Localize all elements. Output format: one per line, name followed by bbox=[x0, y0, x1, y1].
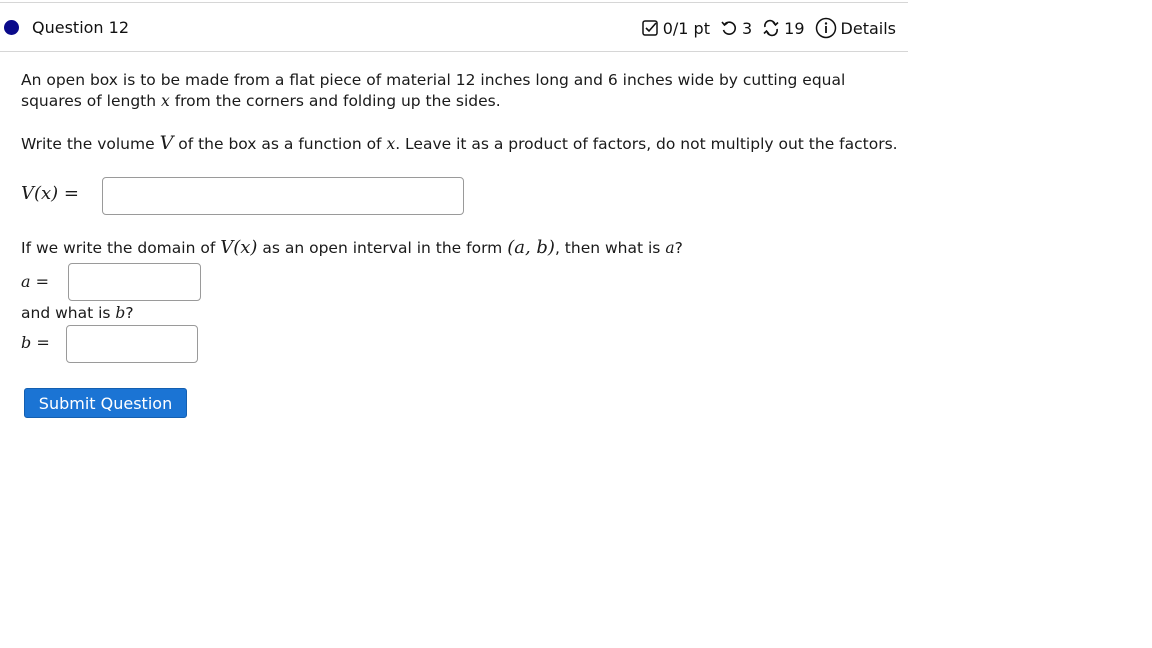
volume-text-2: of the box as a function of bbox=[173, 135, 387, 153]
attempts-icon bbox=[762, 19, 780, 37]
question-meta: 0/1 pt 3 19 Details bbox=[631, 17, 896, 39]
question-status-dot bbox=[4, 20, 19, 35]
volume-text-1: Write the volume bbox=[21, 135, 160, 153]
domain-var-a: a bbox=[665, 239, 675, 257]
domain-question: If we write the domain of V(x) as an ope… bbox=[21, 237, 901, 259]
domain-var-ab: (a, b) bbox=[507, 237, 555, 258]
volume-var-x: x bbox=[386, 135, 396, 153]
intro-text-2: from the corners and folding up the side… bbox=[169, 92, 501, 110]
submit-question-button[interactable]: Submit Question bbox=[24, 388, 187, 418]
domain-text-3: , then what is bbox=[554, 239, 666, 257]
volume-input[interactable] bbox=[102, 177, 464, 215]
b-question-text: and what is bbox=[21, 304, 116, 322]
details-button[interactable]: Details bbox=[815, 17, 896, 39]
attempts-count: 19 bbox=[784, 18, 805, 38]
checkbox-icon bbox=[641, 19, 659, 37]
details-label: Details bbox=[840, 18, 896, 38]
a-input[interactable] bbox=[68, 263, 201, 301]
b-question: and what is b? bbox=[21, 304, 134, 322]
intro-var-x: x bbox=[161, 92, 170, 110]
a-label: a = bbox=[21, 272, 50, 291]
b-question-mark: ? bbox=[125, 304, 134, 322]
retries-count: 3 bbox=[741, 18, 753, 38]
score-text: 0/1 pt bbox=[662, 18, 710, 38]
problem-intro: An open box is to be made from a flat pi… bbox=[21, 70, 901, 112]
domain-text-1: If we write the domain of bbox=[21, 239, 221, 257]
info-icon bbox=[815, 17, 837, 39]
volume-instruction: Write the volume V of the box as a funct… bbox=[21, 133, 901, 155]
attempts-group: 19 bbox=[762, 18, 805, 38]
domain-var-Vx: V(x) bbox=[220, 237, 258, 258]
score-group: 0/1 pt bbox=[641, 19, 710, 38]
domain-text-2: as an open interval in the form bbox=[257, 239, 508, 257]
question-body: An open box is to be made from a flat pi… bbox=[21, 70, 901, 155]
question-header: Question 12 0/1 pt 3 19 Details bbox=[0, 2, 908, 52]
b-label: b = bbox=[21, 333, 50, 352]
volume-var-V: V bbox=[159, 132, 174, 154]
retries-group: 3 bbox=[720, 19, 752, 38]
b-question-var: b bbox=[115, 304, 126, 322]
retry-icon bbox=[720, 19, 738, 37]
question-title: Question 12 bbox=[32, 18, 130, 37]
volume-text-3: . Leave it as a product of factors, do n… bbox=[395, 135, 898, 153]
domain-text-4: ? bbox=[674, 239, 683, 257]
domain-text: If we write the domain of V(x) as an ope… bbox=[21, 237, 901, 259]
b-input[interactable] bbox=[66, 325, 198, 363]
v-label: V(x) = bbox=[21, 183, 79, 204]
